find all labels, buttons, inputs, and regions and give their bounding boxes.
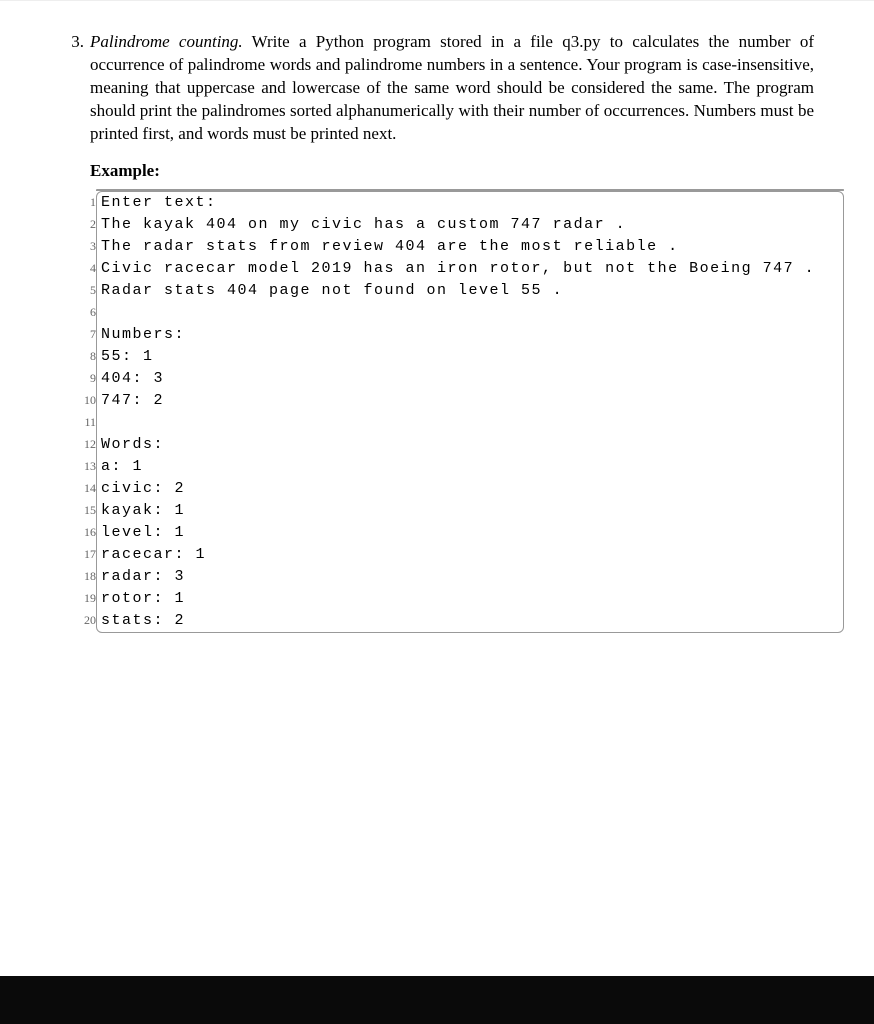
code-line-content: 55: 1	[97, 346, 843, 368]
code-line-content: Words:	[97, 434, 843, 456]
code-line-content: racecar: 1	[97, 544, 843, 566]
problem-number: 3.	[60, 31, 90, 54]
code-line-content: 404: 3	[97, 368, 843, 390]
code-block: 1234567891011121314151617181920Enter tex…	[60, 189, 844, 633]
page-content: 3. Palindrome counting. Write a Python p…	[0, 0, 874, 633]
code-line-content: a: 1	[97, 456, 843, 478]
problem-title: Palindrome counting.	[90, 32, 243, 51]
problem-body: Palindrome counting. Write a Python prog…	[90, 31, 814, 189]
problem-block: 3. Palindrome counting. Write a Python p…	[60, 31, 814, 189]
code-line-content: The radar stats from review 404 are the …	[97, 236, 843, 258]
code-line-content: radar: 3	[97, 566, 843, 588]
code-line-content: civic: 2	[97, 478, 843, 500]
example-label: Example:	[90, 160, 814, 183]
code-line-content: level: 1	[97, 522, 843, 544]
code-line-content: stats: 2	[97, 610, 843, 632]
code-line-content: The kayak 404 on my civic has a custom 7…	[97, 214, 843, 236]
code-line-content: Numbers:	[97, 324, 843, 346]
code-line-content: kayak: 1	[97, 500, 843, 522]
code-line-content: Civic racecar model 2019 has an iron rot…	[97, 258, 843, 280]
code-line-content: rotor: 1	[97, 588, 843, 610]
code-line-content: 747: 2	[97, 390, 843, 412]
code-lines: 1234567891011121314151617181920Enter tex…	[60, 191, 844, 633]
code-line-content: Enter text:	[97, 192, 843, 214]
code-line-content	[97, 302, 843, 324]
code-line-content: Radar stats 404 page not found on level …	[97, 280, 843, 302]
bottom-bar	[0, 976, 874, 1024]
code-line-content	[97, 412, 843, 434]
